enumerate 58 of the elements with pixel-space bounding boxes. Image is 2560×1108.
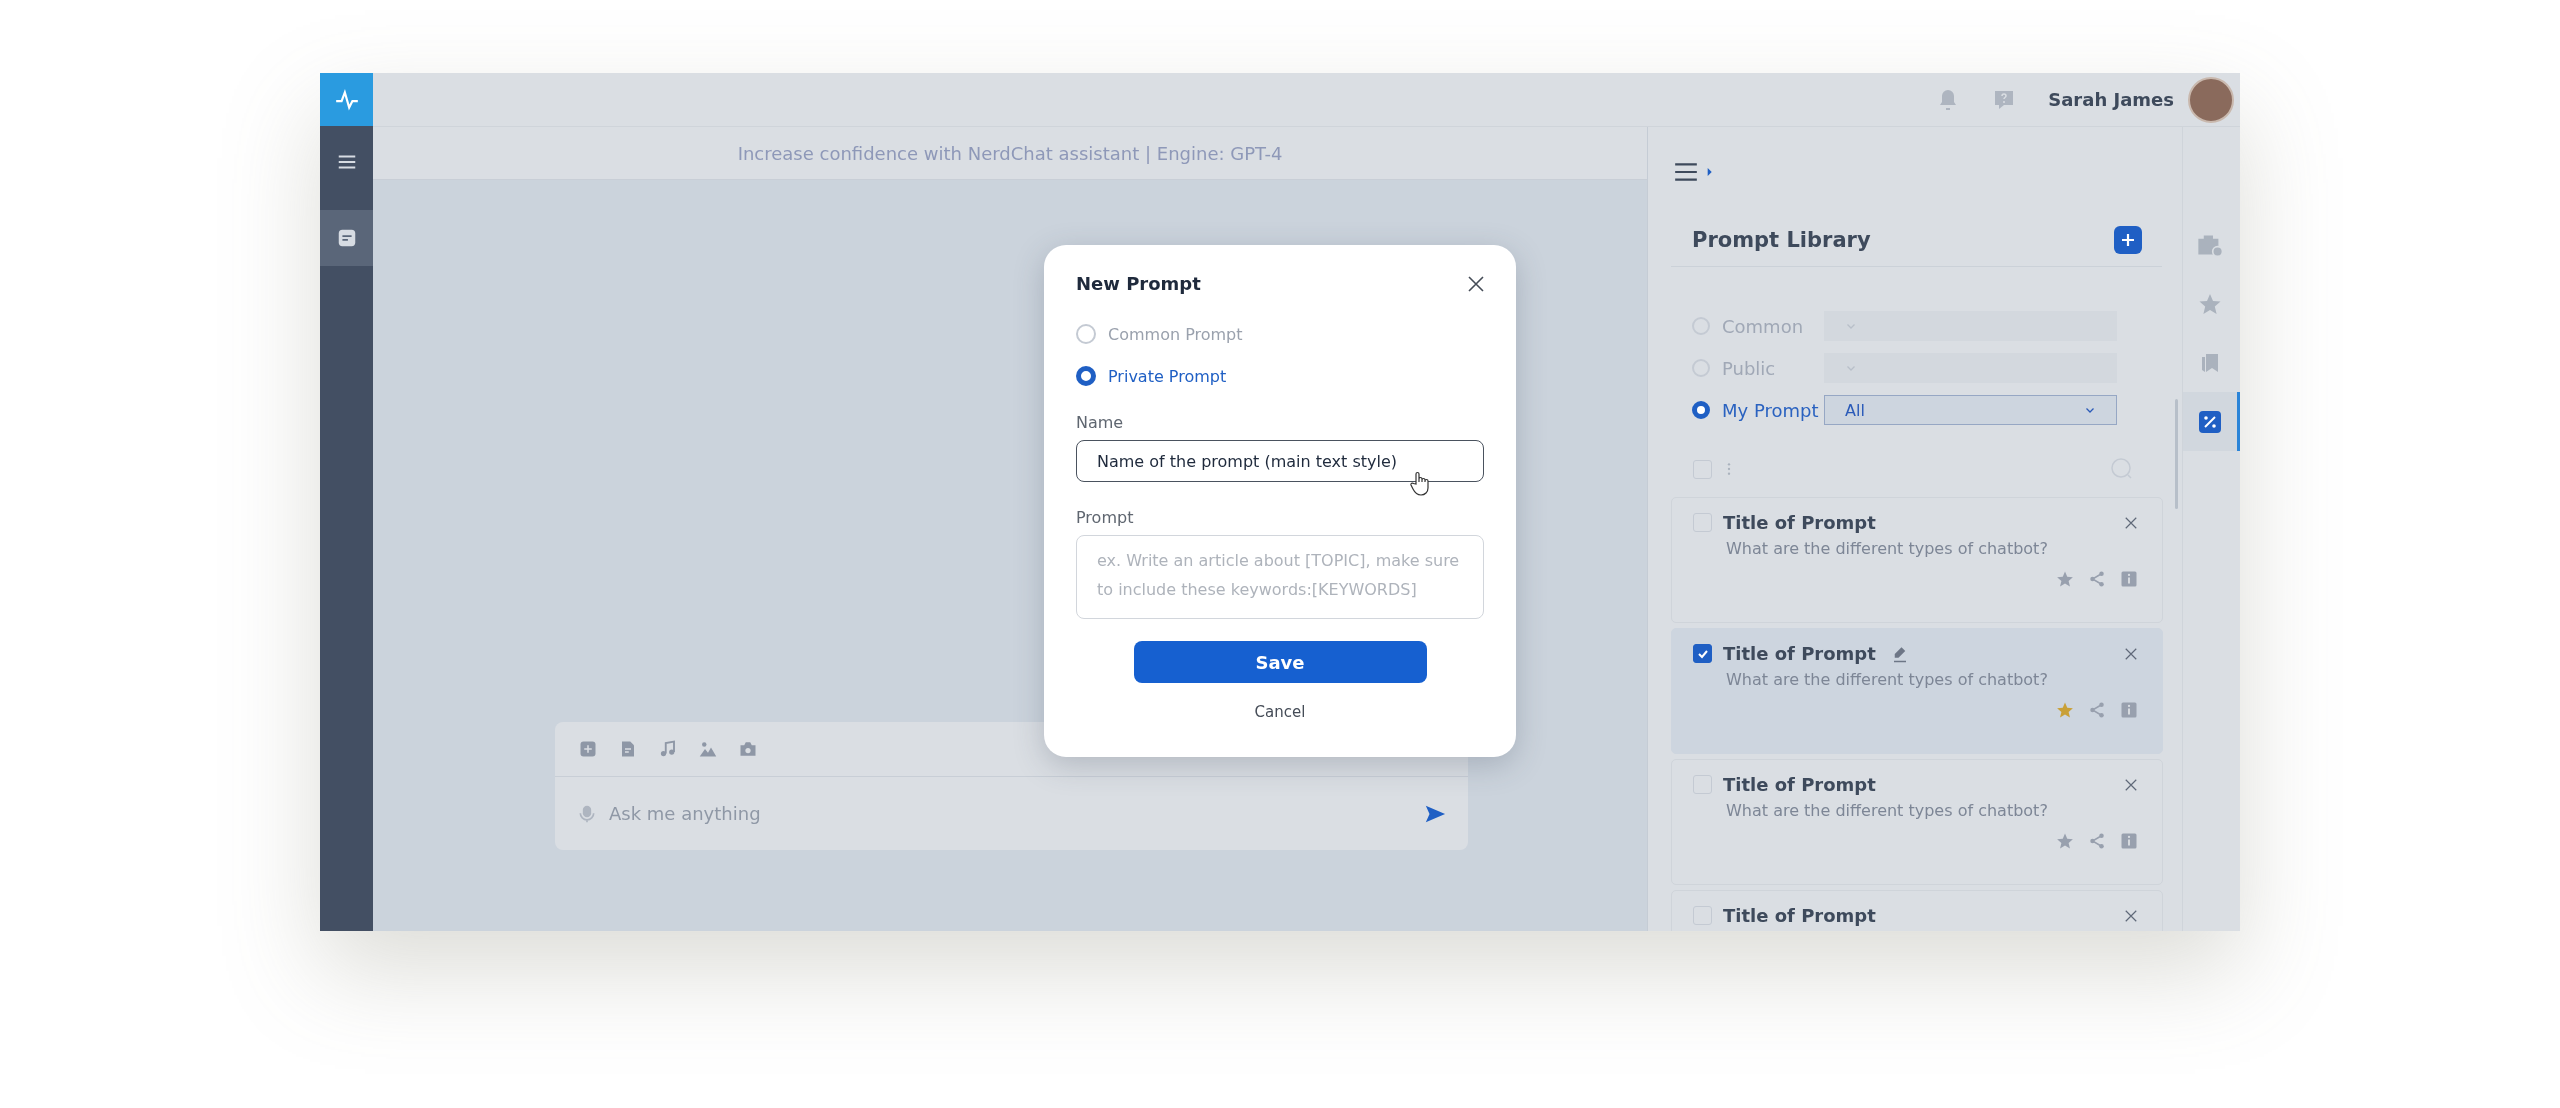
panel-title: Prompt Library xyxy=(1692,228,1871,252)
caret-right-icon[interactable] xyxy=(1705,168,1713,176)
close-icon[interactable] xyxy=(2124,908,2138,923)
prompt-checkbox[interactable] xyxy=(1693,644,1712,663)
avatar[interactable] xyxy=(2188,76,2234,123)
camera-icon[interactable] xyxy=(739,740,757,758)
image-icon[interactable] xyxy=(699,740,717,758)
prompt-type-radio[interactable]: Private Prompt xyxy=(1076,366,1484,386)
star-icon[interactable] xyxy=(2056,832,2074,850)
filter-dropdown[interactable] xyxy=(1824,311,2117,341)
star-icon[interactable] xyxy=(2056,570,2074,588)
prompt-card[interactable]: Title of Prompt What are the different types of chatbot? xyxy=(1671,628,2163,754)
percent-icon[interactable] xyxy=(2198,409,2222,434)
star-icon[interactable] xyxy=(2056,701,2074,719)
filter-radio[interactable]: My Prompt xyxy=(1692,399,1824,421)
user-name: Sarah James xyxy=(2048,89,2174,110)
prompt-description: What are the different types of chatbot? xyxy=(1726,801,2049,820)
close-icon[interactable] xyxy=(2124,515,2138,530)
prompt-title: Title of Prompt xyxy=(1723,905,1876,926)
prompt-description: What are the different types of chatbot? xyxy=(1726,670,2049,689)
nav-item[interactable] xyxy=(320,210,373,266)
close-icon[interactable] xyxy=(2124,646,2138,661)
dialog-title: New Prompt xyxy=(1076,273,1201,294)
plus-icon xyxy=(2120,232,2136,248)
info-icon[interactable] xyxy=(2120,570,2138,588)
save-button[interactable]: Save xyxy=(1133,641,1427,683)
filter-dropdown[interactable]: All xyxy=(1824,395,2117,425)
add-icon[interactable] xyxy=(579,740,597,758)
scrollbar[interactable] xyxy=(2175,399,2178,509)
share-icon[interactable] xyxy=(2088,570,2106,588)
app-logo[interactable] xyxy=(320,73,373,126)
prompt-card[interactable]: Title of Prompt What are the different types of chatbot? xyxy=(1671,759,2163,885)
prompt-card[interactable]: Title of Prompt What are the different types of chatbot? xyxy=(1671,497,2163,623)
cancel-button[interactable]: Cancel xyxy=(1248,701,1312,723)
prompt-label: Prompt xyxy=(1076,508,1135,527)
hand-cursor-icon xyxy=(1410,471,1432,497)
share-icon[interactable] xyxy=(2088,701,2106,719)
close-button[interactable] xyxy=(1468,275,1484,292)
name-label: Name xyxy=(1076,413,1125,432)
side-tab[interactable] xyxy=(2183,392,2240,451)
microphone-icon[interactable] xyxy=(577,803,597,824)
add-prompt-button[interactable] xyxy=(2114,226,2142,254)
subheader-text: Increase confidence with NerdChat assistant | Engine: GPT-4 xyxy=(373,127,1647,180)
music-note-icon[interactable] xyxy=(659,740,677,758)
close-icon[interactable] xyxy=(2124,777,2138,792)
prompt-title: Title of Prompt xyxy=(1723,512,1876,533)
prompt-card[interactable]: Title of Prompt xyxy=(1671,890,2163,931)
info-icon[interactable] xyxy=(2120,832,2138,850)
share-icon[interactable] xyxy=(2088,832,2106,850)
prompt-title: Title of Prompt xyxy=(1723,643,1876,664)
filter-dropdown[interactable] xyxy=(1824,353,2117,383)
name-input[interactable]: Name of the prompt (main text style) xyxy=(1076,440,1484,482)
message-input[interactable]: Ask me anything xyxy=(607,802,1414,825)
prompt-description: What are the different types of chatbot? xyxy=(1726,539,2049,558)
prompt-title: Title of Prompt xyxy=(1723,774,1876,795)
document-icon[interactable] xyxy=(619,740,637,758)
info-icon[interactable] xyxy=(2120,701,2138,719)
prompt-input[interactable]: ex. Write an article about [TOPIC], make sure to include these keywords:[KEYWORDS] xyxy=(1076,535,1484,619)
